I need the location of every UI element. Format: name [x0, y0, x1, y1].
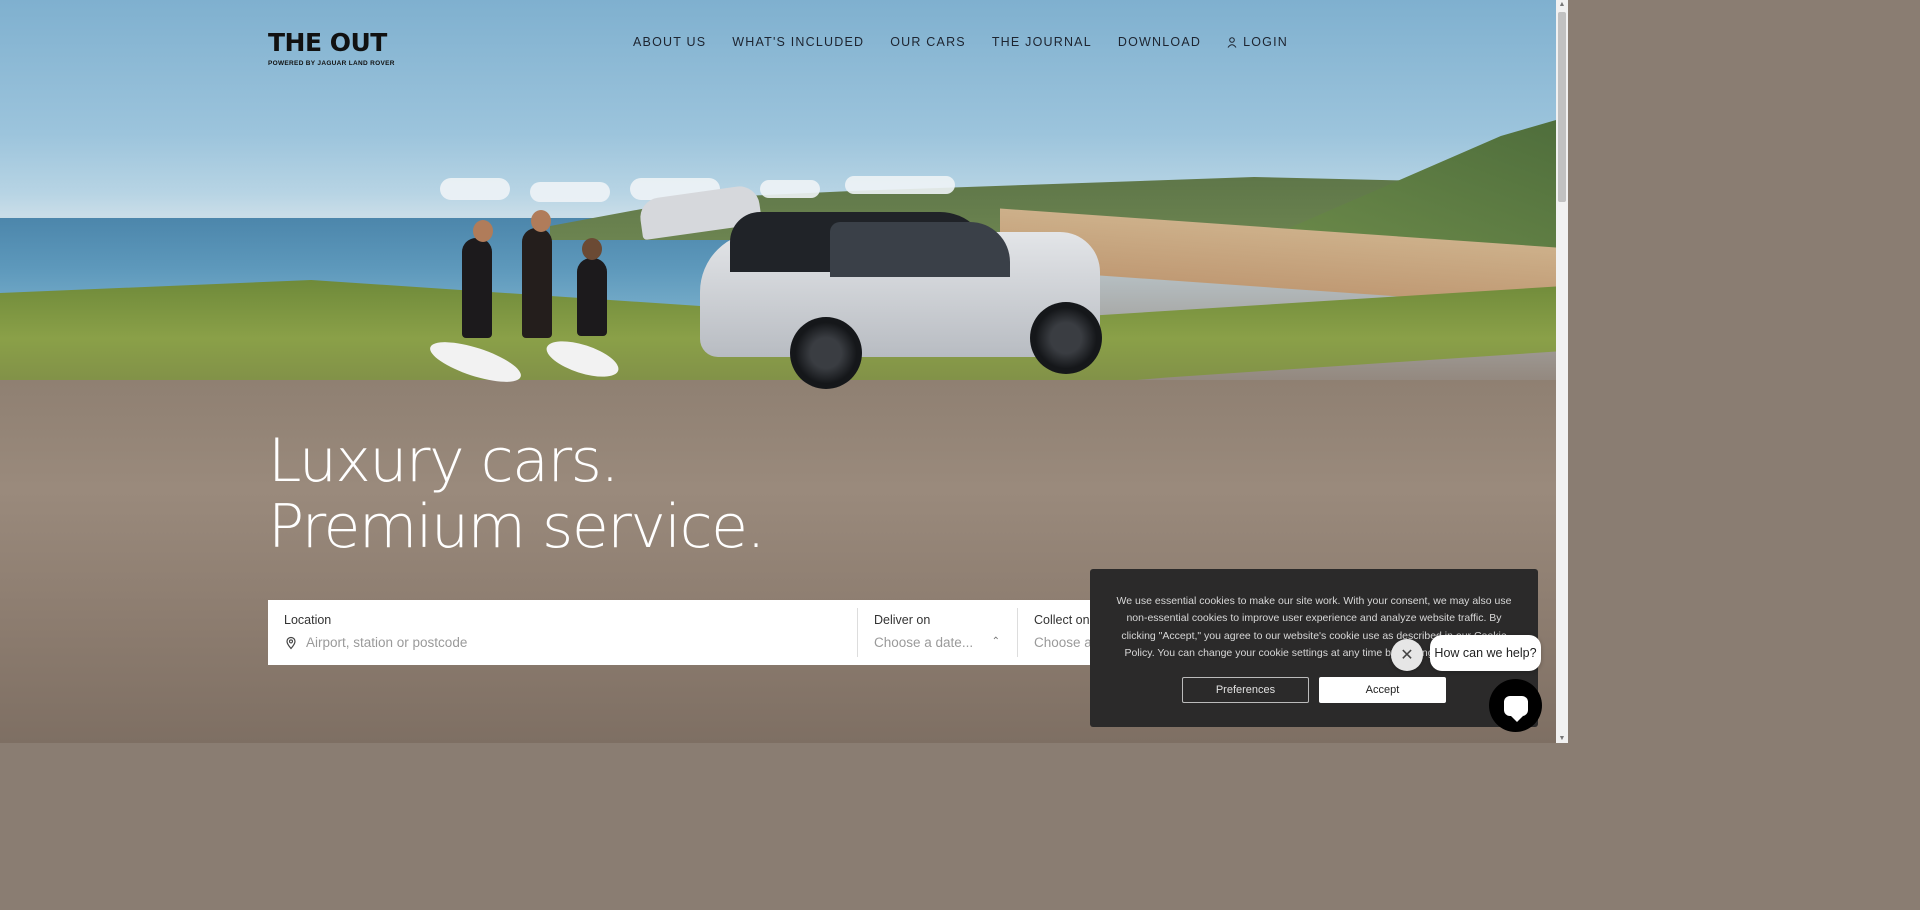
logo[interactable]: THE OUT POWERED BY JAGUAR LAND ROVER [268, 28, 395, 68]
scroll-down-arrow-icon[interactable]: ▼ [1558, 735, 1566, 742]
collect-label: Collect on [1034, 613, 1090, 627]
headline-line-2: Premium service. [268, 492, 766, 562]
booking-search-bar: Location Airport, station or postcode De… [268, 600, 1102, 665]
collect-date-select[interactable]: Choose a date... [1034, 635, 1102, 650]
location-pin-icon [286, 636, 296, 649]
person [522, 228, 552, 338]
person [462, 238, 492, 338]
nav-login[interactable]: LOGIN [1227, 35, 1288, 49]
cloud [760, 180, 820, 198]
nav-whats-included[interactable]: WHAT'S INCLUDED [732, 35, 864, 49]
car-window [830, 222, 1010, 277]
car [637, 183, 1110, 392]
accept-button[interactable]: Accept [1319, 677, 1446, 703]
deliver-date-select[interactable]: Choose a date... [874, 635, 1002, 650]
scroll-up-arrow-icon[interactable]: ▲ [1558, 1, 1566, 8]
nav-download[interactable]: DOWNLOAD [1118, 35, 1201, 49]
location-field[interactable]: Location Airport, station or postcode [268, 600, 858, 665]
chat-close-icon[interactable]: ✕ [1391, 639, 1423, 671]
car-wheel [790, 317, 862, 389]
main-menu: ABOUT US WHAT'S INCLUDED OUR CARS THE JO… [633, 35, 1288, 49]
preferences-button[interactable]: Preferences [1182, 677, 1309, 703]
chat-bubble-icon [1503, 695, 1528, 722]
cloud [530, 182, 610, 202]
cloud [440, 178, 510, 200]
nav-the-journal[interactable]: THE JOURNAL [992, 35, 1092, 49]
user-icon [1227, 36, 1237, 48]
car-wheel [1030, 302, 1102, 374]
person-head [473, 220, 493, 242]
chat-prompt-bubble[interactable]: How can we help? [1430, 635, 1541, 671]
login-label: LOGIN [1243, 35, 1288, 49]
location-label: Location [284, 613, 332, 627]
top-navigation: THE OUT POWERED BY JAGUAR LAND ROVER ABO… [268, 30, 1288, 75]
page-scrollbar[interactable]: ▲ ▼ [1556, 0, 1568, 743]
hero-headline: Luxury cars. Premium service. [268, 426, 766, 562]
scrollbar-thumb[interactable] [1558, 12, 1566, 202]
cloud [845, 176, 955, 194]
headline-line-1: Luxury cars. [268, 426, 619, 496]
nav-our-cars[interactable]: OUR CARS [890, 35, 966, 49]
person-head [582, 238, 602, 260]
location-input[interactable]: Airport, station or postcode [306, 635, 467, 650]
chevron-updown-icon: ⌃ [991, 636, 1000, 647]
person-head [531, 210, 551, 232]
logo-wordmark: THE OUT [268, 28, 387, 57]
nav-about-us[interactable]: ABOUT US [633, 35, 706, 49]
chat-launcher-button[interactable] [1489, 679, 1542, 732]
deliver-label: Deliver on [874, 613, 931, 627]
person [577, 258, 607, 336]
logo-tagline: POWERED BY JAGUAR LAND ROVER [268, 60, 395, 67]
deliver-date-field[interactable]: Deliver on Choose a date... ⌃ [858, 600, 1018, 665]
